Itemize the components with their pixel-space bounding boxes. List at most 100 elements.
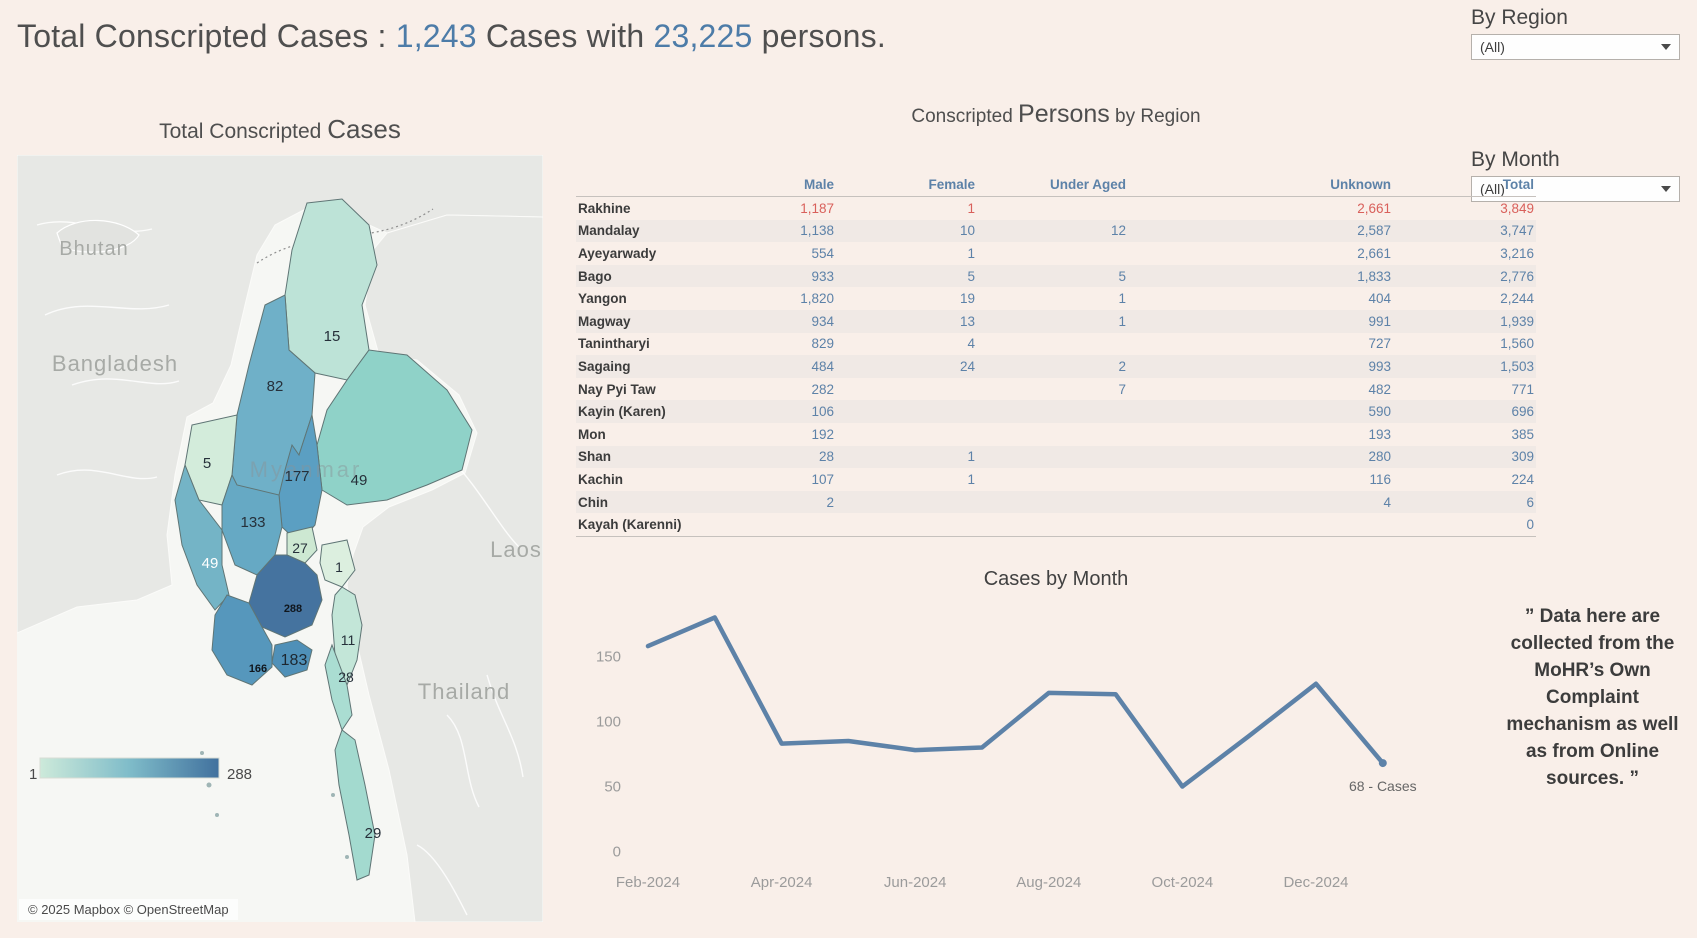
row-region-label[interactable]: Tanintharyi: [576, 336, 750, 351]
legend-gradient-bar: [40, 758, 219, 778]
map-country-label: Laos: [490, 537, 542, 562]
row-value-total: 3,849: [1393, 201, 1536, 216]
row-region-label[interactable]: Magway: [576, 314, 750, 329]
row-value-male: 282: [750, 382, 836, 397]
row-region-label[interactable]: Yangon: [576, 291, 750, 306]
row-value-total: 224: [1393, 472, 1536, 487]
row-value-unknown: 116: [1128, 472, 1393, 487]
map-region-value: 288: [284, 603, 302, 615]
row-region-label[interactable]: Ayeyarwady: [576, 246, 750, 261]
row-region-label[interactable]: Nay Pyi Taw: [576, 382, 750, 397]
row-value-female: 13: [836, 314, 977, 329]
column-header-female[interactable]: Female: [836, 177, 977, 192]
row-region-label[interactable]: Rakhine: [576, 201, 750, 216]
table-row[interactable]: Shan281280309: [576, 446, 1536, 469]
map-region-value: 49: [351, 472, 368, 489]
row-value-under_aged: 12: [977, 223, 1128, 238]
row-value-under_aged: 2: [977, 359, 1128, 374]
table-row[interactable]: Kayah (Karenni) 0: [576, 513, 1536, 536]
x-axis-tick-label: Dec-2024: [1283, 874, 1348, 891]
table-body: Rakhine1,18712,6613,849Mandalay1,1381012…: [576, 197, 1536, 536]
row-region-label[interactable]: Shan: [576, 449, 750, 464]
line-end-label: 68 - Cases: [1349, 778, 1417, 794]
title-mid: Cases with: [477, 18, 654, 54]
row-value-female: 24: [836, 359, 977, 374]
row-value-under_aged: 5: [977, 269, 1128, 284]
row-value-unknown: 993: [1128, 359, 1393, 374]
row-value-total: 6: [1393, 495, 1536, 510]
line-end-point[interactable]: [1379, 759, 1387, 767]
row-value-female: 1: [836, 201, 977, 216]
row-value-female: 19: [836, 291, 977, 306]
row-region-label[interactable]: Kayah (Karenni): [576, 517, 750, 532]
row-region-label[interactable]: Mandalay: [576, 223, 750, 238]
column-header-unknown[interactable]: Unknown: [1128, 177, 1393, 192]
row-value-female: 1: [836, 449, 977, 464]
row-value-male: 107: [750, 472, 836, 487]
table-row[interactable]: Nay Pyi Taw2827482771: [576, 378, 1536, 401]
row-region-label[interactable]: Sagaing: [576, 359, 750, 374]
legend-min-label: 1: [29, 766, 37, 783]
row-value-total: 0: [1393, 517, 1536, 532]
row-region-label[interactable]: Kayin (Karen): [576, 404, 750, 419]
map-region-value: 166: [249, 663, 267, 675]
column-header-male[interactable]: Male: [750, 177, 836, 192]
map-canvas[interactable]: BhutanBangladeshThailandLaos Myanmar 158…: [17, 155, 543, 922]
row-value-unknown: 2,587: [1128, 223, 1393, 238]
table-row[interactable]: Bago933551,8332,776: [576, 265, 1536, 288]
table-header-row: Male Female Under Aged Unknown Total: [576, 172, 1536, 197]
row-value-unknown: 1,833: [1128, 269, 1393, 284]
table-row[interactable]: Kachin1071116224: [576, 468, 1536, 491]
map-region-value: 29: [365, 825, 382, 842]
row-value-male: 933: [750, 269, 836, 284]
row-region-label[interactable]: Mon: [576, 427, 750, 442]
map-region-value: 27: [292, 540, 308, 556]
table-row[interactable]: Sagaing4842429931,503: [576, 355, 1536, 378]
row-value-unknown: 404: [1128, 291, 1393, 306]
region-filter-value: (All): [1480, 39, 1505, 55]
table-row[interactable]: Chin246: [576, 491, 1536, 514]
column-header-total[interactable]: Total: [1393, 177, 1536, 192]
cases-by-month-chart[interactable]: 050100150Feb-2024Apr-2024Jun-2024Aug-202…: [576, 560, 1536, 910]
y-axis-tick-label: 100: [596, 714, 621, 731]
table-row[interactable]: Mon192193385: [576, 423, 1536, 446]
row-value-total: 1,560: [1393, 336, 1536, 351]
x-axis-tick-label: Oct-2024: [1152, 874, 1214, 891]
table-row[interactable]: Ayeyarwady55412,6613,216: [576, 242, 1536, 265]
row-value-unknown: 991: [1128, 314, 1393, 329]
total-cases-count: 1,243: [396, 18, 477, 54]
row-value-female: 10: [836, 223, 977, 238]
map-region-value: 1: [335, 559, 343, 575]
data-source-quote: ” Data here are collected from the MoHR’…: [1500, 604, 1685, 793]
row-value-total: 771: [1393, 382, 1536, 397]
row-value-male: 484: [750, 359, 836, 374]
row-value-total: 309: [1393, 449, 1536, 464]
row-value-male: 554: [750, 246, 836, 261]
page-title: Total Conscripted Cases : 1,243 Cases wi…: [17, 18, 886, 55]
table-row[interactable]: Yangon1,8201914042,244: [576, 287, 1536, 310]
table-title: Conscripted Persons by Region: [576, 100, 1536, 129]
cases-line[interactable]: [648, 618, 1383, 787]
row-value-total: 1,503: [1393, 359, 1536, 374]
table-row[interactable]: Magway9341319911,939: [576, 310, 1536, 333]
row-value-total: 1,939: [1393, 314, 1536, 329]
y-axis-tick-label: 150: [596, 649, 621, 666]
row-value-female: 5: [836, 269, 977, 284]
map-attribution: © 2025 Mapbox © OpenStreetMap: [19, 899, 238, 920]
row-value-unknown: 280: [1128, 449, 1393, 464]
row-value-female: 4: [836, 336, 977, 351]
choropleth-map[interactable]: BhutanBangladeshThailandLaos Myanmar 158…: [17, 155, 543, 922]
row-region-label[interactable]: Kachin: [576, 472, 750, 487]
table-row[interactable]: Tanintharyi82947271,560: [576, 333, 1536, 356]
table-row[interactable]: Rakhine1,18712,6613,849: [576, 197, 1536, 220]
x-axis-tick-label: Apr-2024: [751, 874, 813, 891]
map-country-label: Bangladesh: [52, 351, 178, 376]
row-region-label[interactable]: Chin: [576, 495, 750, 510]
region-filter-dropdown[interactable]: (All): [1471, 34, 1680, 60]
table-row[interactable]: Mandalay1,13810122,5873,747: [576, 220, 1536, 243]
row-region-label[interactable]: Bago: [576, 269, 750, 284]
table-row[interactable]: Kayin (Karen)106590696: [576, 400, 1536, 423]
column-header-under-aged[interactable]: Under Aged: [977, 177, 1128, 192]
row-value-total: 2,244: [1393, 291, 1536, 306]
chevron-down-icon: [1661, 44, 1671, 50]
